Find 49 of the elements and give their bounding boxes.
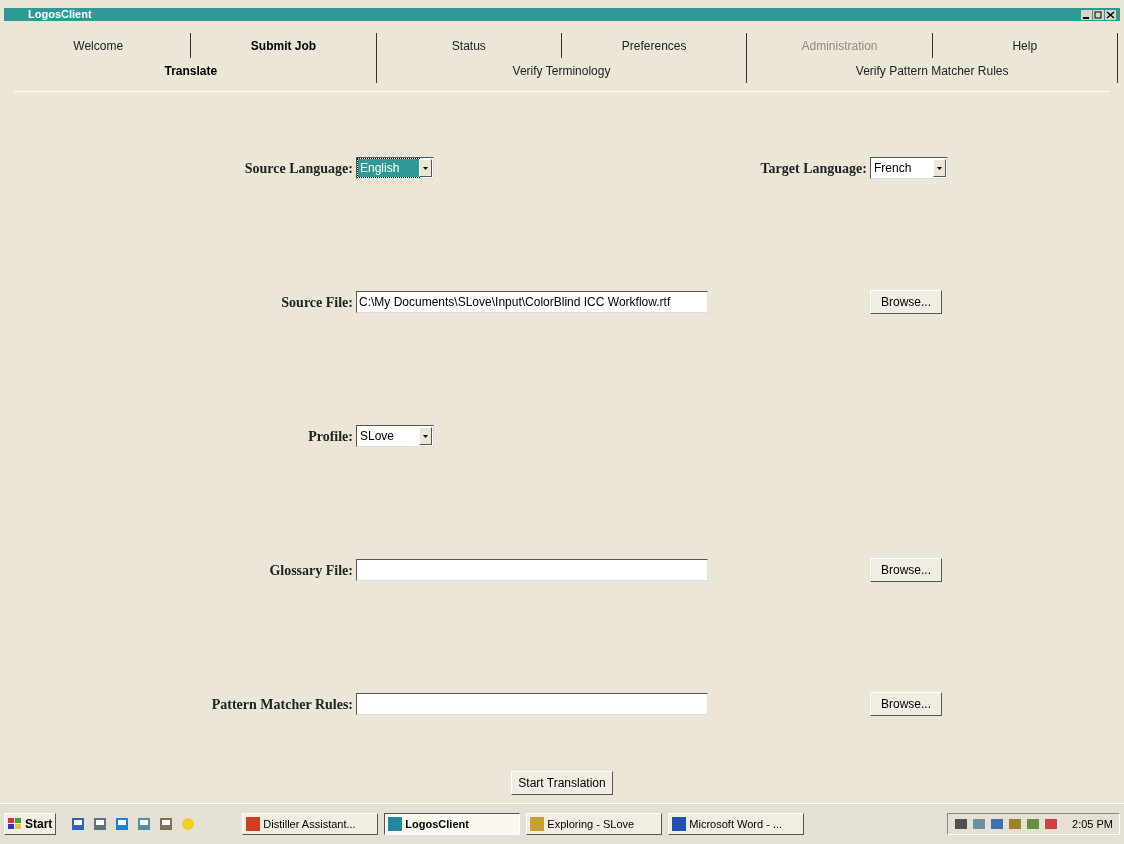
tray-icon[interactable] (990, 817, 1005, 831)
tray-icon[interactable] (1026, 817, 1041, 831)
close-icon[interactable] (1105, 9, 1116, 20)
input-field[interactable] (356, 559, 708, 581)
caret-icon (423, 434, 428, 438)
browse-button[interactable]: Browse... (870, 290, 942, 314)
field-label: Source File: (280, 293, 354, 312)
taskbar-button[interactable]: Exploring - SLove (526, 813, 663, 835)
quick-launch-icon[interactable] (70, 816, 87, 832)
field-label: Glossary File: (268, 561, 354, 580)
taskbar-button[interactable]: Distiller Assistant... (242, 813, 379, 835)
field-label: Target Language: (760, 161, 867, 176)
quick-launch-icon[interactable] (158, 816, 175, 832)
tab[interactable]: Preferences (562, 33, 748, 58)
start-label: Start (25, 816, 53, 833)
quick-launch-icon[interactable] (136, 816, 153, 832)
tab[interactable]: Status (376, 33, 562, 58)
tab[interactable]: Welcome (6, 33, 192, 58)
tray-icon[interactable] (1044, 817, 1059, 831)
input-field[interactable] (356, 693, 708, 715)
clock: 2:05 PM (1072, 816, 1113, 832)
windows-logo-icon (8, 818, 22, 830)
input-field[interactable]: C:\My Documents\SLove\Input\ColorBlind ICC Workflow.rtf (356, 291, 708, 313)
quick-launch-icon[interactable] (92, 816, 109, 832)
quick-launch-icon[interactable] (114, 816, 131, 832)
caret-icon (937, 166, 942, 170)
tab[interactable]: Translate (6, 58, 377, 83)
window-title: LogosClient (27, 9, 92, 20)
tab[interactable]: Submit Job (191, 33, 377, 58)
start-button[interactable]: Start (4, 813, 57, 835)
field-label: Profile: (307, 427, 354, 446)
minimize-icon[interactable] (1081, 9, 1092, 20)
start-translation-button[interactable]: Start Translation (511, 771, 613, 795)
tab[interactable]: Verify Pattern Matcher Rules (747, 58, 1118, 83)
tray-icon[interactable] (972, 817, 987, 831)
dropdown[interactable]: French (870, 157, 948, 179)
tab[interactable]: Verify Terminology (376, 58, 748, 83)
dropdown[interactable]: SLove (356, 425, 434, 447)
taskbar-button[interactable]: LogosClient (384, 813, 521, 835)
tray-icon[interactable] (954, 817, 969, 831)
field-label: Pattern Matcher Rules: (210, 695, 354, 714)
tab[interactable]: Help (932, 33, 1118, 58)
taskbar-button[interactable]: Microsoft Word - ... (668, 813, 805, 835)
browse-button[interactable]: Browse... (870, 558, 942, 582)
tray-icon[interactable] (1008, 817, 1023, 831)
browse-button[interactable]: Browse... (870, 692, 942, 716)
caret-icon (423, 166, 428, 170)
field-label: Source Language: (243, 159, 354, 178)
maximize-icon[interactable] (1093, 9, 1104, 20)
